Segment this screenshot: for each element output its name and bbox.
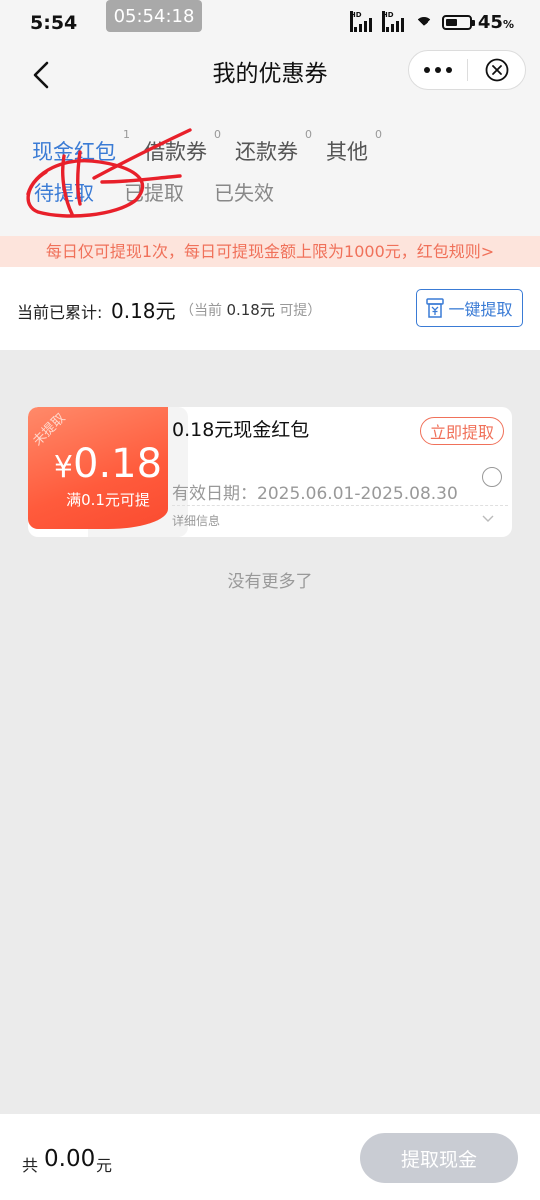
coupon-title: 0.18元现金红包 [172,419,310,441]
accumulated-label: 当前已累计: [17,303,103,322]
no-more-text: 没有更多了 [227,572,313,592]
battery-percent: 45% [477,12,514,33]
signal-icon: HD [349,10,376,32]
summary-row: 当前已累计: 0.18元 （当前 0.18元 可提） 一键提取 [0,267,540,350]
signal-icon: HD [381,10,408,32]
status-subtabs: 待提取 已提取 已失效 [34,177,274,206]
coupon-threshold: 满0.1元可提 [66,491,150,509]
more-icon[interactable] [409,67,467,73]
tab-loan-coupon[interactable]: 借款券 0 [144,128,221,166]
tab-repay-coupon[interactable]: 还款券 0 [235,128,312,166]
total-prefix: 共 [22,1156,39,1175]
select-radio[interactable] [482,467,502,487]
total-amount: 0.00 [44,1146,96,1172]
annotation-scribble [26,128,192,218]
accumulated-amount: 0.18元 [111,299,176,323]
withdraw-cash-button[interactable]: 提取现金 [360,1133,518,1183]
claim-now-button[interactable]: 立即提取 [420,417,504,445]
coupon-amount: ¥0.18 [53,441,163,487]
tab-other[interactable]: 其他 0 [326,128,382,166]
status-icons: HD HD 45% [349,10,514,33]
clock-badge: 05:54:18 [106,0,202,32]
bottom-bar: 共 0.00 元 提取现金 [0,1114,540,1200]
withdraw-receipt-icon [426,298,445,318]
battery-icon [441,15,475,30]
detail-info-toggle[interactable]: 详细信息 [172,512,220,529]
coupon-validity: 有效日期：2025.06.01-2025.08.30 [172,484,458,504]
header: 我的优惠券 现金红包 1 借款券 0 还款券 0 其他 0 待提取 已提取 已失效 [0,46,540,236]
subtab-expired[interactable]: 已失效 [214,177,274,206]
status-time: 5:54 [30,12,78,34]
close-icon[interactable] [468,57,525,83]
total-unit: 元 [96,1156,113,1175]
withdraw-all-button[interactable]: 一键提取 [416,289,523,327]
rules-notice[interactable]: 每日仅可提现1次，每日可提现金额上限为1000元，红包规则> [0,236,540,267]
coupon-card[interactable]: 未提取 ¥0.18 满0.1元可提 0.18元现金红包 立即提取 有效日期：20… [28,407,512,537]
subtab-withdrawn[interactable]: 已提取 [124,177,184,206]
coupon-tabs: 现金红包 1 借款券 0 还款券 0 其他 0 [32,128,396,166]
withdrawable-note: （当前 0.18元 可提） [180,301,322,319]
chevron-down-icon[interactable] [482,515,494,523]
subtab-pending[interactable]: 待提取 [34,177,94,206]
status-bar: 5:54 05:54:18 HD HD 45% [0,0,540,46]
tab-cash-redpacket[interactable]: 现金红包 1 [32,128,130,166]
mini-program-capsule [408,50,526,90]
wifi-icon [414,14,436,32]
